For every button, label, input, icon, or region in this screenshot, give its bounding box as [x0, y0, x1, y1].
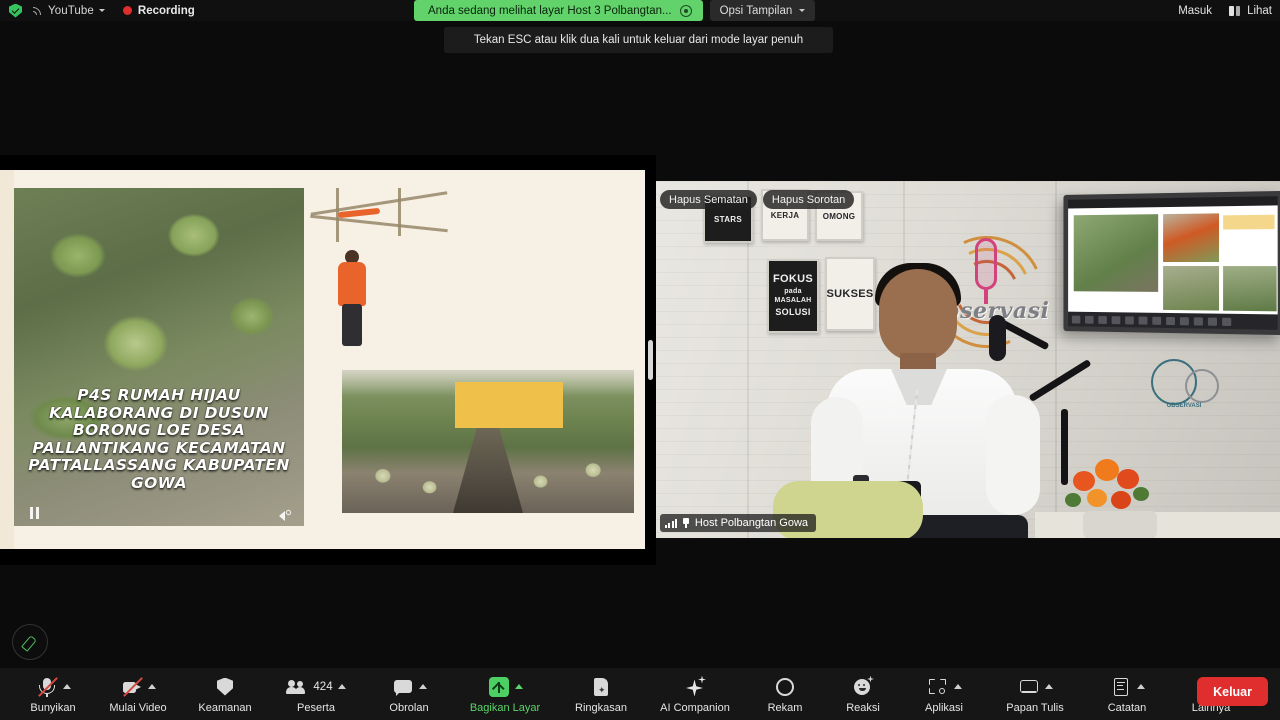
stream-label: YouTube [48, 4, 94, 17]
apps-icon [927, 676, 949, 698]
pin-actions-group: Hapus Sematan Hapus Sorotan [660, 190, 855, 209]
stream-status-youtube[interactable]: YouTube [32, 5, 105, 17]
reactions-label: Reaksi [846, 701, 880, 714]
participants-button[interactable]: 424 Peserta [266, 668, 366, 720]
apps-button[interactable]: Aplikasi [902, 668, 986, 720]
record-button[interactable]: Rekam [746, 668, 824, 720]
chevron-down-icon [799, 9, 806, 12]
participants-label: Peserta [297, 701, 335, 714]
whiteboard-icon [1018, 676, 1040, 698]
meeting-top-bar: YouTube Recording Anda sedang melihat la… [0, 0, 1280, 21]
zoom-meeting-window: YouTube Recording Anda sedang melihat la… [0, 0, 1280, 720]
record-label: Rekam [767, 701, 803, 714]
chevron-down-icon[interactable] [98, 9, 105, 12]
record-circle-icon [774, 676, 796, 698]
viewing-share-banner[interactable]: Anda sedang melihat layar Host 3 Polbang… [414, 0, 703, 21]
top-bar-right-group: Masuk Lihat [1178, 0, 1272, 21]
leave-button[interactable]: Keluar [1197, 677, 1268, 706]
studio-tv-screen [1063, 190, 1280, 336]
notes-icon [1110, 676, 1132, 698]
annotate-toggle-button[interactable] [12, 624, 48, 660]
chevron-up-icon[interactable] [147, 684, 156, 689]
shared-slide: P4S RUMAH HIJAU KALABORANG DI DUSUN BORO… [0, 170, 649, 549]
view-options-button[interactable]: Opsi Tampilan [709, 0, 816, 21]
chat-label: Obrolan [389, 701, 429, 714]
panel-resize-handle[interactable] [648, 340, 653, 380]
view-options-label: Opsi Tampilan [719, 4, 793, 17]
notes-button[interactable]: Catatan [1084, 668, 1170, 720]
record-dot-icon [122, 6, 132, 15]
observasi-plaque: OBSERVASI [1145, 359, 1223, 409]
view-layout-button[interactable]: Lihat [1229, 5, 1272, 17]
pencil-annotate-icon [22, 634, 38, 650]
chevron-up-icon[interactable] [62, 684, 71, 689]
notes-label: Catatan [1107, 701, 1147, 714]
viewing-share-text: Anda sedang melihat layar Host 3 Polbang… [428, 4, 672, 17]
view-label: Lihat [1247, 4, 1272, 17]
share-screen-button[interactable]: Bagikan Layar [452, 668, 558, 720]
shield-icon [214, 676, 236, 698]
whiteboard-button[interactable]: Papan Tulis [986, 668, 1084, 720]
ai-companion-label: AI Companion [660, 701, 730, 714]
share-screen-label: Bagikan Layar [469, 701, 541, 714]
participant-name-tag: Host Polbangtan Gowa [660, 514, 817, 532]
chat-button[interactable]: Obrolan [366, 668, 452, 720]
chevron-up-icon[interactable] [337, 684, 346, 689]
slide-gold-text-block [455, 382, 563, 428]
chevron-up-icon[interactable] [953, 684, 962, 689]
video-controls[interactable] [14, 506, 304, 521]
unmute-button[interactable]: Bunyikan [14, 668, 92, 720]
slide-left-strip [0, 170, 14, 549]
unpin-button[interactable]: Hapus Sematan [660, 190, 757, 209]
screen-share-banner-group: Anda sedang melihat layar Host 3 Polbang… [414, 0, 816, 21]
pin-icon [682, 518, 690, 528]
chevron-up-icon[interactable] [1136, 684, 1145, 689]
signin-button[interactable]: Masuk [1178, 5, 1212, 17]
layout-view-icon [1229, 5, 1241, 16]
chevron-up-icon[interactable] [1044, 684, 1053, 689]
reactions-button[interactable]: Reaksi [824, 668, 902, 720]
video-caption: P4S RUMAH HIJAU KALABORANG DI DUSUN BORO… [28, 386, 290, 492]
participant-video-tile[interactable]: Observasi STARS KERJA OMONG FOKUS pada M… [655, 181, 1280, 538]
start-video-button[interactable]: Mulai Video [92, 668, 184, 720]
unspotlight-button[interactable]: Hapus Sorotan [762, 190, 855, 209]
top-bar-left-group: YouTube Recording [0, 3, 195, 18]
microphone-muted-icon [36, 676, 58, 698]
fullscreen-exit-tooltip: Tekan ESC atau klik dua kali untuk kelua… [444, 27, 833, 53]
summary-label: Ringkasan [575, 701, 627, 714]
recording-indicator[interactable]: Recording [122, 4, 195, 17]
people-icon [286, 676, 308, 698]
signal-bars-icon [665, 518, 677, 528]
summary-button[interactable]: ✦ Ringkasan [558, 668, 644, 720]
shield-check-icon[interactable] [9, 3, 22, 18]
unmute-label: Bunyikan [30, 701, 76, 714]
security-label: Keamanan [198, 701, 252, 714]
participant-name-label: Host Polbangtan Gowa [694, 517, 809, 529]
pause-icon[interactable] [30, 507, 39, 519]
flower-bouquet [1059, 449, 1179, 538]
speaker-icon[interactable] [279, 508, 290, 521]
camera-muted-icon [121, 676, 143, 698]
sparkle-icon [684, 675, 706, 698]
start-video-label: Mulai Video [109, 701, 167, 714]
ai-companion-button[interactable]: AI Companion [644, 668, 746, 720]
recording-label: Recording [137, 4, 195, 17]
security-button[interactable]: Keamanan [184, 668, 266, 720]
share-screen-icon [488, 676, 510, 698]
rss-icon [32, 5, 43, 16]
whiteboard-label: Papan Tulis [1006, 701, 1064, 714]
stop-share-icon[interactable] [679, 4, 692, 17]
meeting-toolbar: Bunyikan Mulai Video Keamanan 424 Pesert… [0, 668, 1280, 720]
farmer-tending-plants-photo [310, 188, 448, 358]
apps-label: Aplikasi [925, 701, 963, 714]
participant-count: 424 [313, 680, 333, 693]
chat-bubble-icon [392, 676, 414, 698]
smiley-reaction-icon [852, 675, 874, 698]
fullscreen-exit-tooltip-text: Tekan ESC atau klik dua kali untuk kelua… [473, 34, 804, 46]
chevron-up-icon[interactable] [418, 684, 427, 689]
chevron-up-icon[interactable] [514, 684, 523, 689]
greenhouse-melon-video[interactable]: P4S RUMAH HIJAU KALABORANG DI DUSUN BORO… [14, 188, 304, 526]
shared-screen-stage[interactable]: P4S RUMAH HIJAU KALABORANG DI DUSUN BORO… [0, 155, 649, 565]
summary-doc-icon: ✦ [590, 676, 612, 698]
